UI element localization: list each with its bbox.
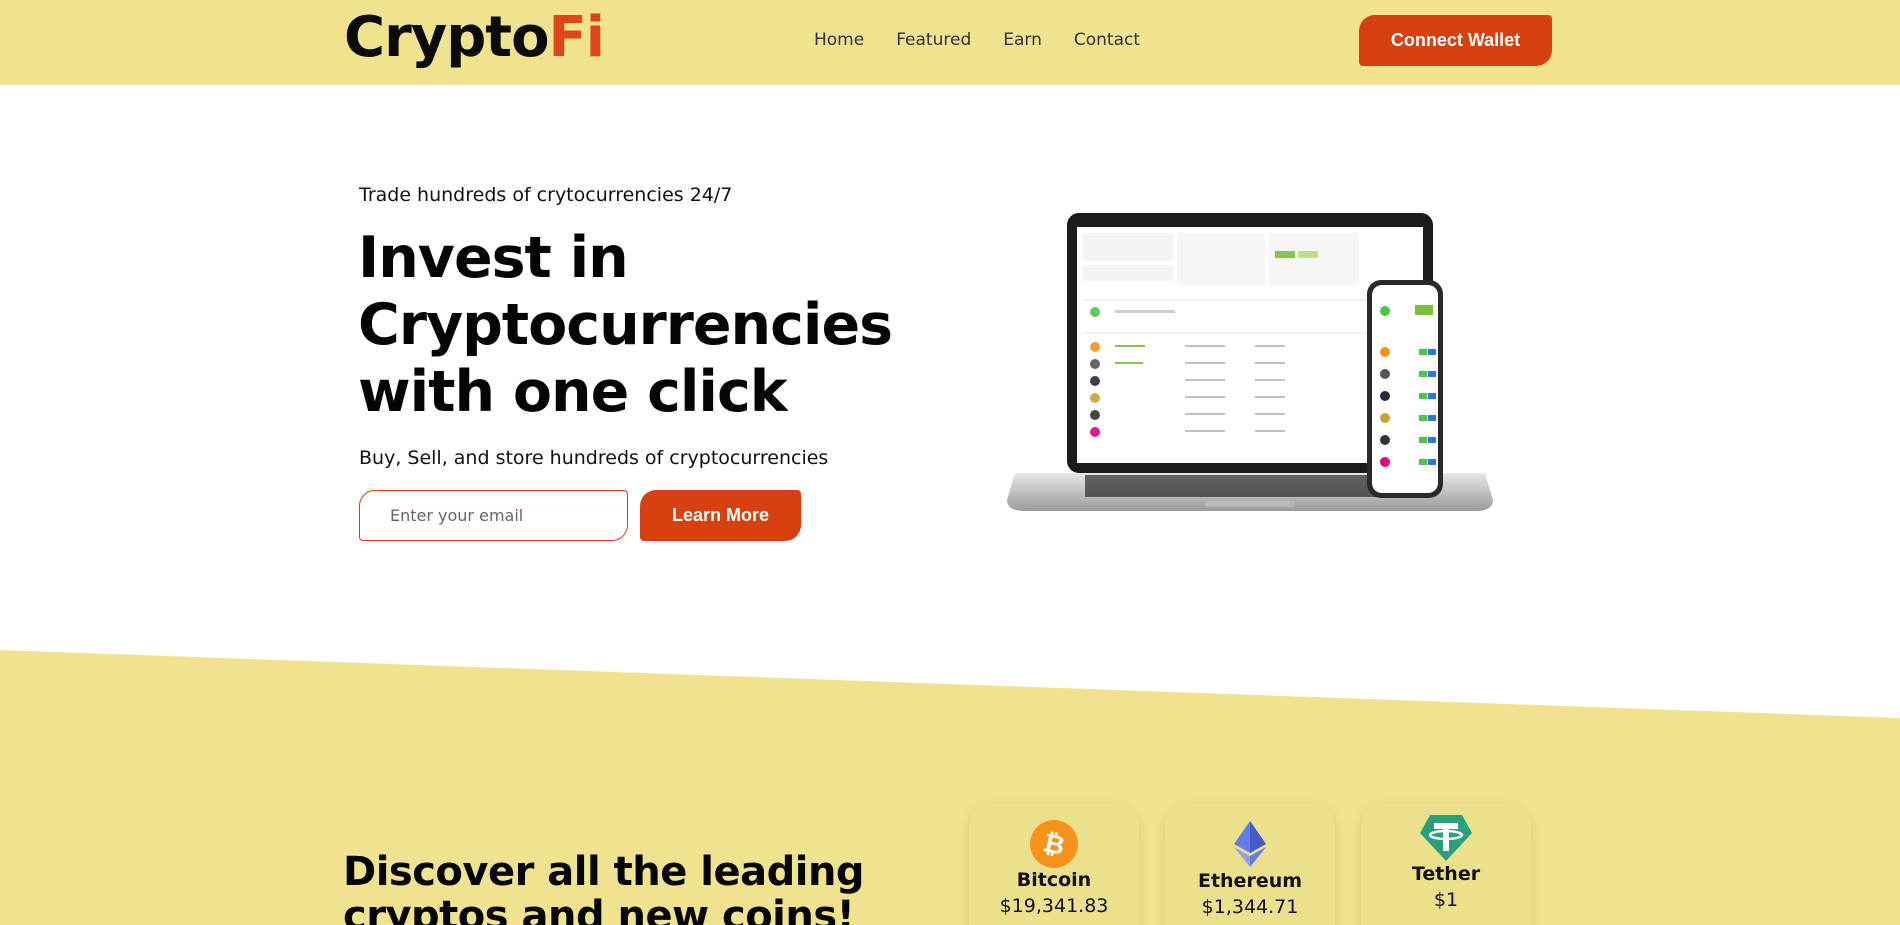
coin-card-bitcoin[interactable]: ₿ Bitcoin $19,341.83 [969, 803, 1139, 925]
lower-section-background [0, 650, 1900, 925]
coin-card-tether[interactable]: Tether $1 [1361, 803, 1531, 925]
tether-icon [1420, 815, 1472, 861]
discover-title: Discover all the leading cryptos and new… [343, 849, 865, 925]
site-header: CryptoFi Home Featured Earn Contact Conn… [0, 0, 1900, 85]
connect-wallet-button[interactable]: Connect Wallet [1359, 15, 1552, 66]
nav-featured[interactable]: Featured [896, 30, 971, 50]
logo[interactable]: CryptoFi [344, 10, 605, 66]
email-input[interactable] [359, 490, 628, 541]
logo-accent: Fi [548, 5, 605, 70]
coin-card-ethereum[interactable]: Ethereum $1,344.71 [1165, 803, 1335, 925]
hero-title-line-2: Cryptocurrencies [358, 292, 893, 358]
coin-name: Ethereum [1197, 870, 1303, 892]
ethereum-icon [1234, 821, 1266, 867]
coin-name: Bitcoin [1016, 869, 1092, 891]
laptop-trackpad [1205, 501, 1295, 507]
hero-title-line-1: Invest in [358, 225, 629, 291]
devices-illustration [1007, 213, 1493, 511]
nav-contact[interactable]: Contact [1074, 30, 1140, 50]
nav-home[interactable]: Home [814, 30, 864, 50]
coin-price: $1 [1433, 889, 1459, 911]
hero-tagline: Trade hundreds of crytocurrencies 24/7 [359, 184, 733, 206]
coin-price: $1,344.71 [1201, 896, 1299, 918]
hero-subtitle: Buy, Sell, and store hundreds of cryptoc… [359, 447, 829, 469]
hero-title: Invest in Cryptocurrencies with one clic… [358, 225, 918, 426]
hero-title-line-3: with one click [358, 359, 788, 425]
nav-earn[interactable]: Earn [1003, 30, 1042, 50]
main-nav: Home Featured Earn Contact [814, 30, 1140, 50]
logo-main: Crypto [344, 5, 550, 70]
bitcoin-icon: ₿ [1030, 820, 1078, 868]
learn-more-button[interactable]: Learn More [640, 490, 801, 541]
laptop-keyboard [1085, 475, 1415, 497]
coin-name: Tether [1411, 863, 1481, 885]
coin-price: $19,341.83 [999, 895, 1109, 917]
